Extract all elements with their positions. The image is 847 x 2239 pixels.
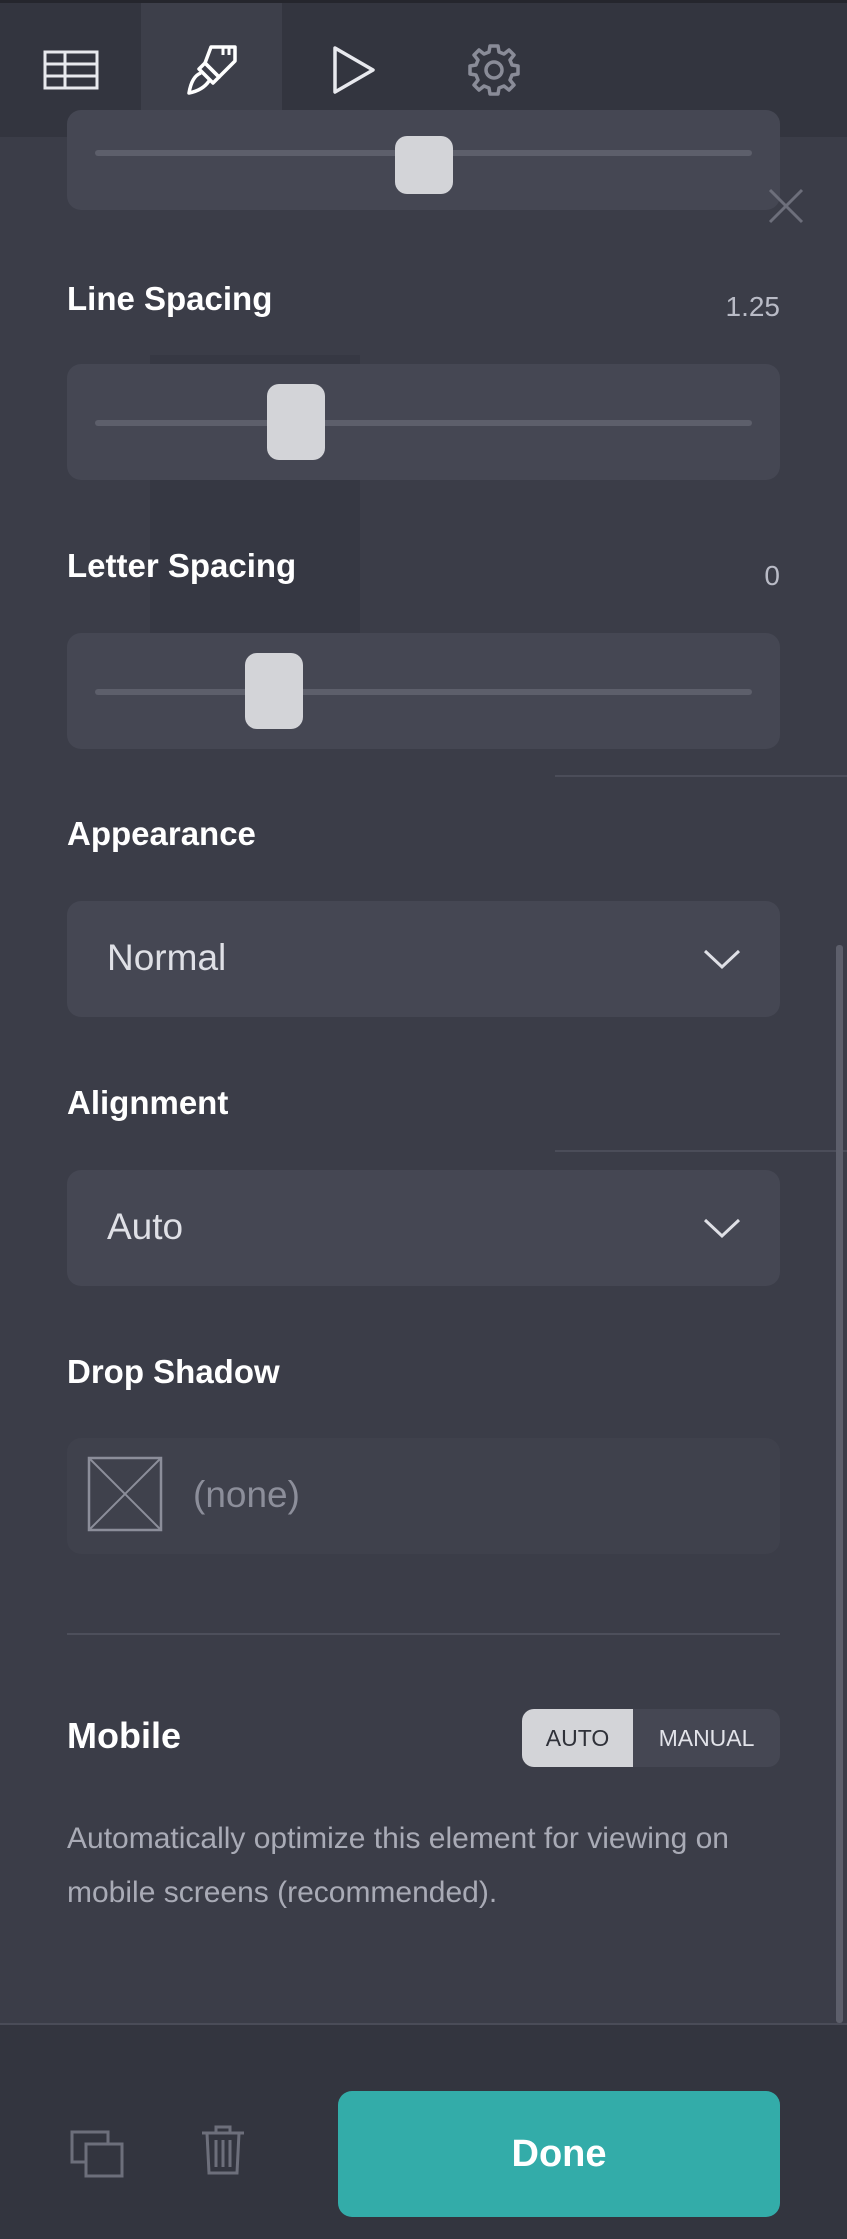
line-spacing-value: 1.25 (725, 291, 781, 322)
play-icon (332, 46, 375, 94)
top-slider-thumb[interactable] (395, 136, 453, 194)
letter-spacing-slider-thumb[interactable] (245, 653, 303, 729)
background-divider (555, 775, 847, 777)
mobile-label: Mobile (67, 1715, 181, 1756)
close-icon[interactable] (760, 180, 812, 232)
mobile-manual-option[interactable]: MANUAL (633, 1709, 780, 1767)
line-spacing-slider[interactable] (67, 364, 780, 480)
top-slider[interactable] (67, 110, 780, 210)
chevron-down-icon (703, 949, 741, 970)
background-divider (555, 1150, 847, 1152)
mobile-mode-toggle[interactable]: AUTO MANUAL (522, 1709, 780, 1767)
appearance-selected: Normal (107, 937, 227, 978)
chevron-down-icon (703, 1218, 741, 1239)
panel-scrollbar[interactable] (836, 945, 843, 2023)
mobile-auto-option[interactable]: AUTO (522, 1709, 633, 1767)
duplicate-icon[interactable] (70, 2130, 124, 2178)
letter-spacing-slider[interactable] (67, 633, 780, 749)
brush-icon (186, 45, 237, 95)
drop-shadow-selected: (none) (193, 1474, 300, 1515)
alignment-selected: Auto (107, 1206, 184, 1247)
trash-icon[interactable] (200, 2124, 246, 2176)
line-spacing-label: Line Spacing (67, 280, 273, 317)
letter-spacing-label: Letter Spacing (67, 547, 297, 584)
alignment-select[interactable]: Auto (67, 1170, 780, 1286)
letter-spacing-value: 0 (764, 560, 780, 591)
mobile-description: Automatically optimize this element for … (67, 1822, 729, 1909)
table-icon (43, 50, 98, 90)
drop-shadow-label: Drop Shadow (67, 1353, 280, 1390)
done-button[interactable]: Done (338, 2091, 780, 2217)
no-shadow-swatch-icon (87, 1456, 163, 1532)
appearance-label: Appearance (67, 815, 256, 852)
gear-icon (467, 44, 520, 96)
drop-shadow-select[interactable]: (none) (67, 1438, 780, 1554)
line-spacing-slider-thumb[interactable] (267, 384, 325, 460)
appearance-select[interactable]: Normal (67, 901, 780, 1017)
section-divider (67, 1633, 780, 1635)
alignment-label: Alignment (67, 1084, 229, 1121)
